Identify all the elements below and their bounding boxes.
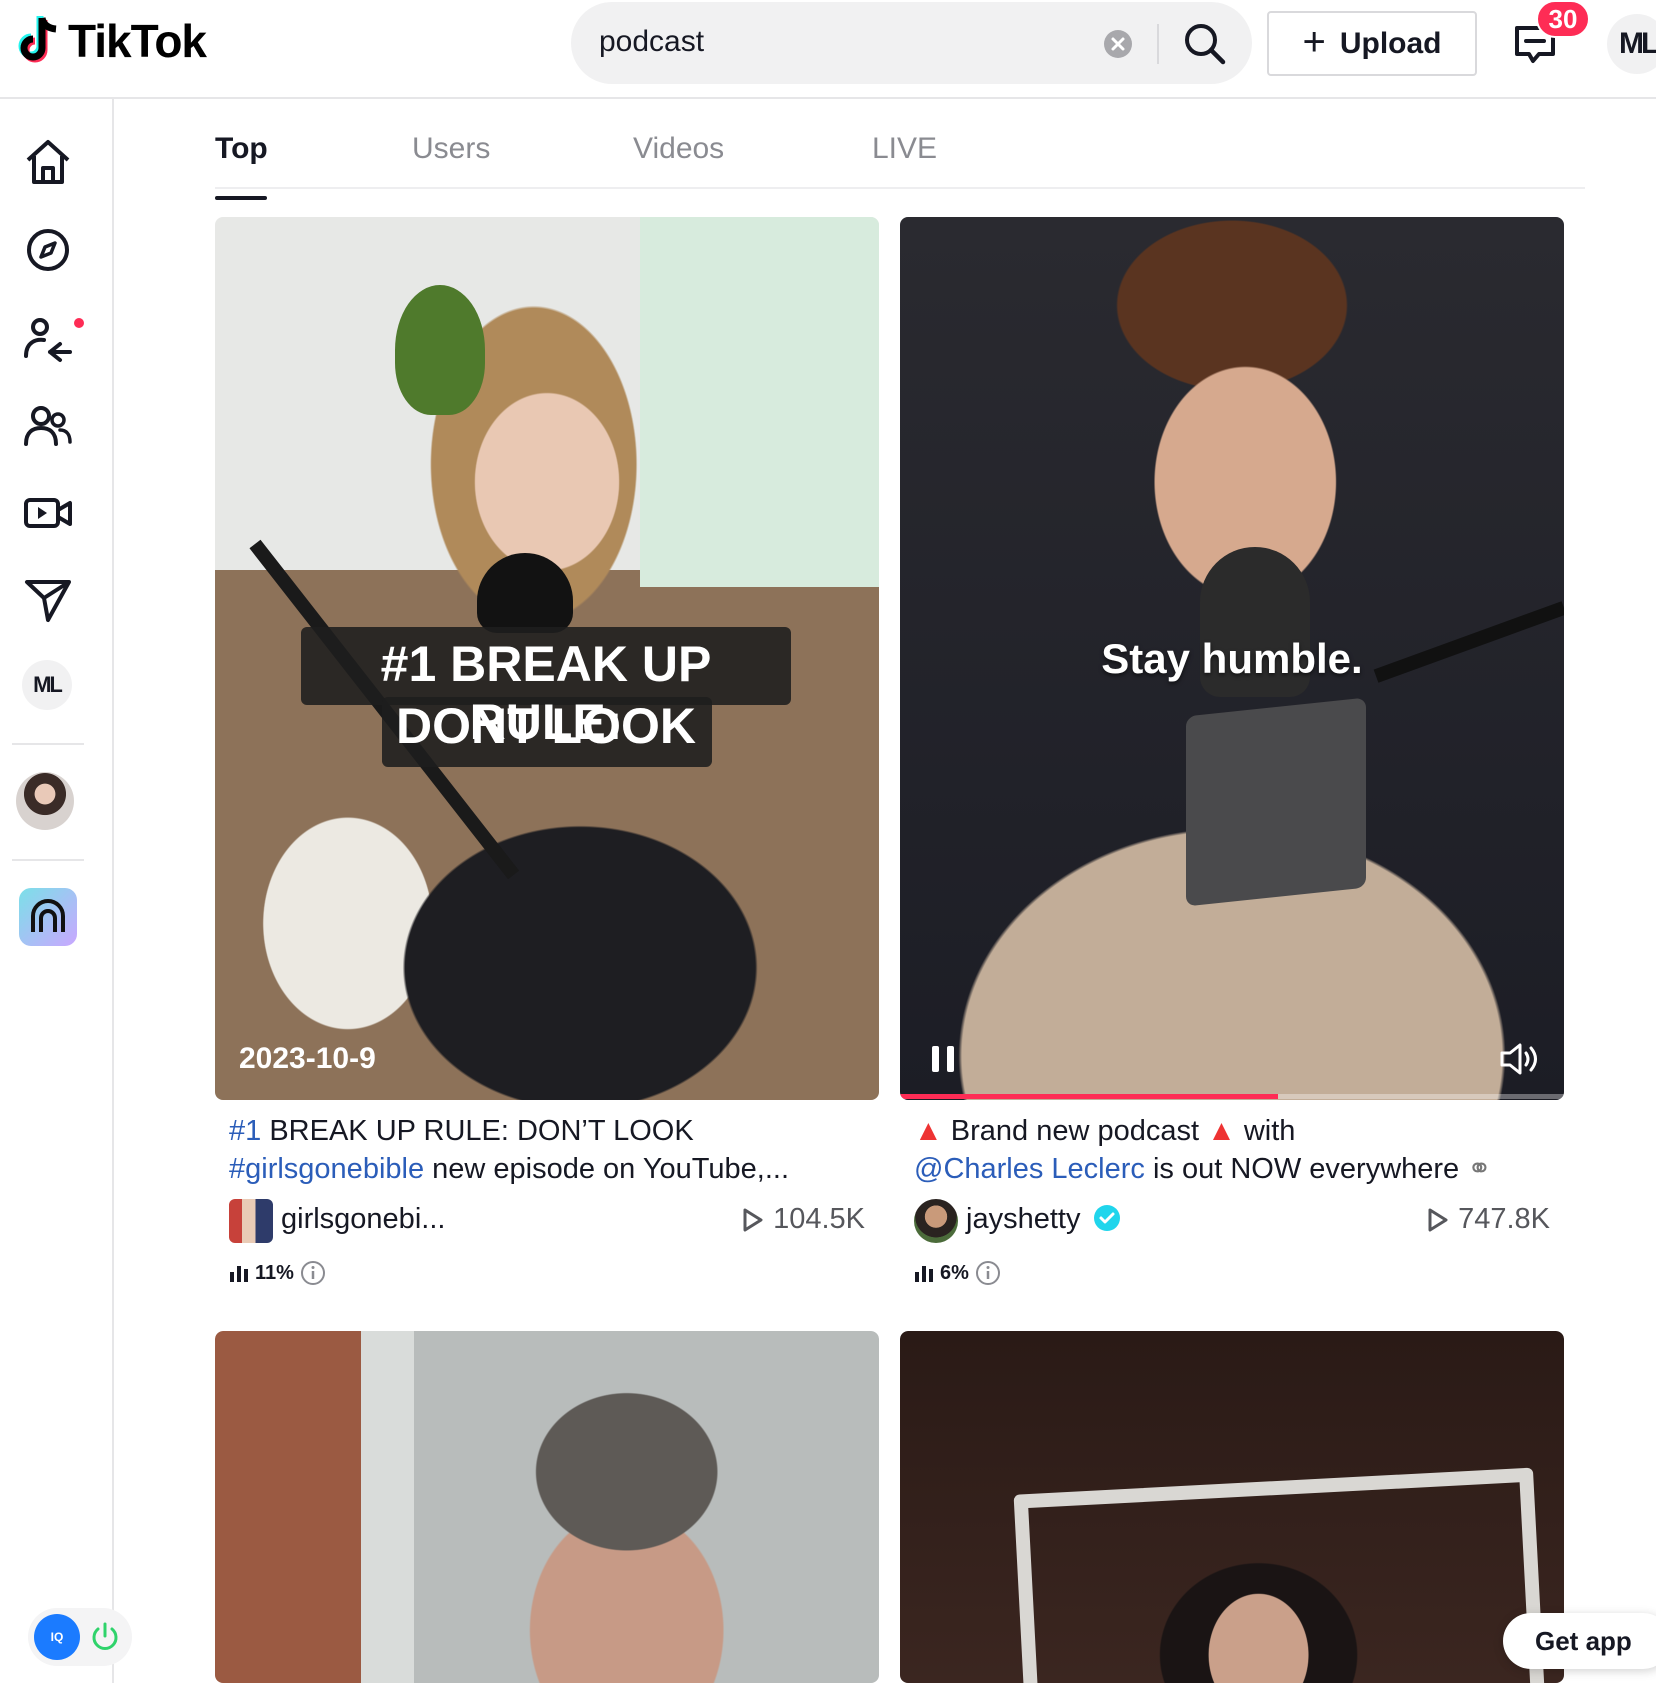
verified-badge-icon [1093, 1205, 1120, 1231]
wall-panel [640, 217, 879, 587]
effect-house-app-icon[interactable] [19, 888, 77, 946]
mic-arm [1373, 601, 1564, 683]
video-date: 2023-10-9 [239, 1042, 376, 1075]
progress-track[interactable] [900, 1094, 1564, 1099]
view-count: 747.8K [1426, 1203, 1550, 1236]
info-icon[interactable] [300, 1260, 326, 1286]
author-avatar[interactable] [229, 1199, 273, 1243]
video-card[interactable] [900, 1331, 1564, 1683]
clear-search-icon[interactable] [1104, 30, 1132, 58]
author-row[interactable]: girlsgonebi... 104.5K [229, 1199, 865, 1243]
video-caption-line-2: DONT LOOK [396, 698, 696, 754]
power-icon[interactable] [88, 1620, 122, 1654]
plant-leaf [395, 285, 485, 415]
arch-icon [31, 899, 65, 932]
video-thumbnail[interactable]: #1 BREAK UP RULE: DONT LOOK 2023-10-9 [215, 217, 879, 1100]
hashtag-link[interactable]: #1 [229, 1115, 261, 1147]
live-icon[interactable] [22, 488, 74, 540]
author-name[interactable]: jayshetty [966, 1203, 1121, 1236]
author-avatar[interactable] [914, 1199, 958, 1243]
active-tab-indicator [215, 196, 267, 200]
video-card[interactable] [215, 1331, 879, 1683]
play-icon [1428, 1208, 1448, 1231]
headphones-emoji-icon: ⚭ [1467, 1153, 1492, 1185]
info-icon[interactable] [975, 1260, 1001, 1286]
engagement-stat: 6% [914, 1260, 1001, 1286]
video-thumbnail[interactable]: Stay humble. [900, 217, 1564, 1100]
profile-nav-avatar[interactable]: ML [22, 660, 72, 710]
get-app-button[interactable]: Get app [1503, 1613, 1656, 1669]
microphone [477, 553, 573, 633]
extension-widget: IQ [28, 1608, 132, 1666]
friends-icon[interactable] [22, 400, 74, 452]
volume-icon[interactable] [1498, 1041, 1542, 1077]
home-icon[interactable] [22, 136, 74, 188]
hashtag-link[interactable]: #girlsgonebible [229, 1153, 424, 1185]
progress-fill [900, 1094, 1279, 1099]
tab-users[interactable]: Users [412, 132, 490, 166]
video-description[interactable]: ▲ Brand new podcast ▲ with @Charles Lecl… [914, 1112, 1554, 1188]
explore-icon[interactable] [22, 224, 74, 276]
siren-emoji-icon: ▲ [1207, 1115, 1236, 1147]
upload-label: Upload [1339, 26, 1442, 60]
sidebar-divider [12, 859, 84, 861]
engagement-stat: 11% [229, 1260, 326, 1286]
mention-link[interactable]: @Charles Leclerc [914, 1153, 1145, 1185]
author-name[interactable]: girlsgonebi... [281, 1203, 445, 1236]
upload-button[interactable]: + Upload [1267, 11, 1477, 76]
messages-icon[interactable] [22, 574, 74, 626]
notification-dot [74, 318, 84, 328]
video-card[interactable]: Stay humble. ▲ Brand new podcast ▲ with … [900, 217, 1564, 1287]
profile-avatar[interactable]: ML [1607, 14, 1656, 74]
search-input[interactable] [599, 22, 1069, 62]
tab-live[interactable]: LIVE [872, 132, 937, 166]
video-thumbnail[interactable] [215, 1331, 879, 1683]
view-count: 104.5K [741, 1203, 865, 1236]
video-thumbnail[interactable] [900, 1331, 1564, 1683]
search-icon[interactable] [1181, 20, 1231, 68]
plus-icon: + [1302, 19, 1326, 64]
video-caption-line-1: Stay humble. [1101, 635, 1363, 682]
tiktok-logo[interactable]: TikTok [12, 14, 207, 68]
laptop-screen-frame [1013, 1467, 1547, 1683]
video-card[interactable]: #1 BREAK UP RULE: DONT LOOK 2023-10-9 #1… [215, 217, 879, 1287]
inbox-badge: 30 [1536, 0, 1590, 38]
following-icon[interactable] [22, 312, 74, 364]
top-header: TikTok + Upload 30 ML [0, 0, 1656, 99]
iq-extension-icon[interactable]: IQ [34, 1614, 80, 1660]
search-bar [571, 2, 1252, 84]
search-result-tabs: Top Users Videos LIVE [215, 120, 1585, 200]
mic-flag-on-purpose [1186, 697, 1366, 907]
brand-name: TikTok [68, 15, 207, 67]
tab-videos[interactable]: Videos [633, 132, 724, 166]
bar-stat-icon [230, 1266, 248, 1282]
siren-emoji-icon: ▲ [914, 1115, 943, 1147]
tab-top[interactable]: Top [215, 132, 268, 200]
following-account-avatar[interactable] [16, 772, 74, 830]
pause-icon[interactable] [928, 1043, 958, 1075]
sidebar-divider [12, 743, 84, 745]
search-divider [1157, 24, 1159, 64]
tiktok-logo-icon [18, 16, 57, 63]
bar-stat-icon [915, 1266, 933, 1282]
play-icon [743, 1208, 763, 1231]
video-description[interactable]: #1 BREAK UP RULE: DON’T LOOK #girlsgoneb… [229, 1112, 869, 1188]
author-row[interactable]: jayshetty 747.8K [914, 1199, 1550, 1243]
